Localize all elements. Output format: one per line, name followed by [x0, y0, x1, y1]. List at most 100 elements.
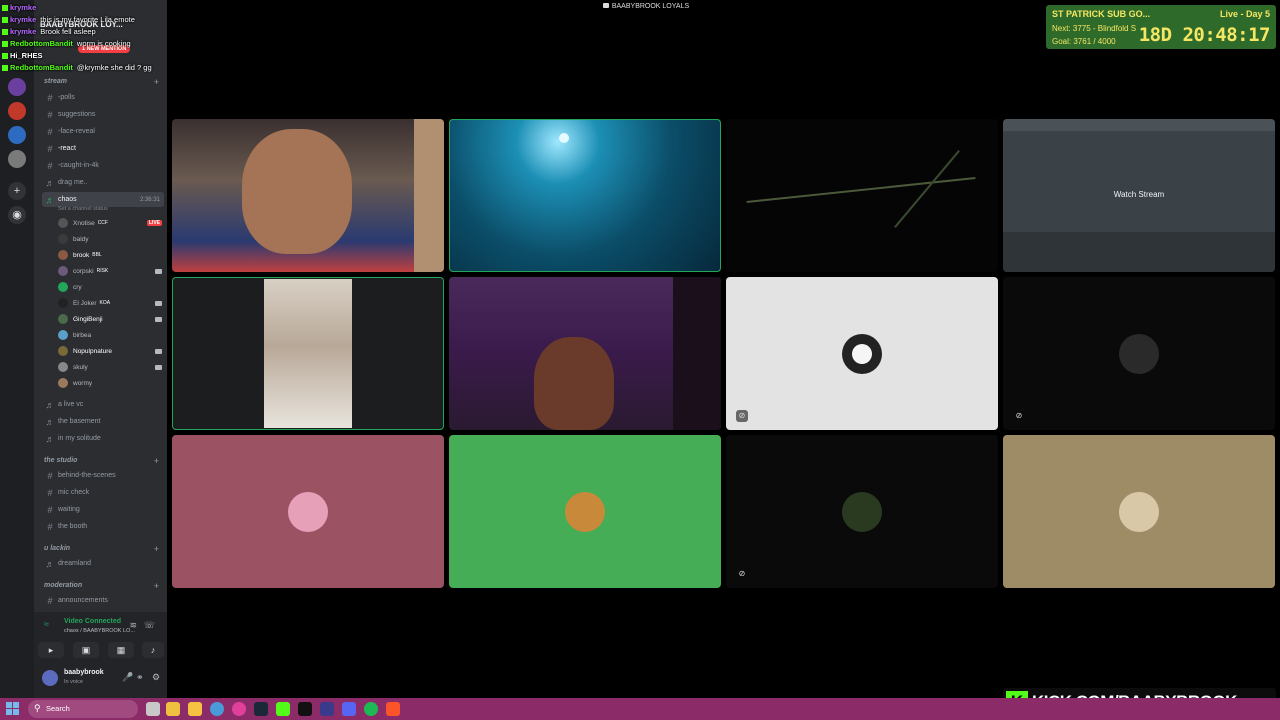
- stream-preview-tile[interactable]: Watch Stream: [1003, 119, 1275, 272]
- channel-status[interactable]: Set a channel status: [58, 206, 108, 212]
- task-view-icon[interactable]: [146, 702, 160, 716]
- activities-button[interactable]: ▦: [108, 642, 134, 658]
- category-u-lackin[interactable]: u lackin: [44, 545, 70, 552]
- channel-react[interactable]: # -react: [42, 141, 164, 156]
- vc-user[interactable]: birbea: [58, 328, 162, 342]
- brave-icon[interactable]: [386, 702, 400, 716]
- search-input[interactable]: ⚲ Search: [28, 700, 138, 718]
- gear-icon[interactable]: ⚙: [152, 672, 160, 683]
- spotify-icon[interactable]: [364, 702, 378, 716]
- voice-channel-in-my-solitude[interactable]: ♬ in my solitude: [42, 431, 164, 446]
- server-icon[interactable]: [8, 150, 26, 168]
- text-channel-icon: #: [47, 92, 53, 103]
- chat-message: RedbottomBandit worm is cooking: [2, 38, 202, 50]
- file-explorer-icon[interactable]: [188, 702, 202, 716]
- category-stream[interactable]: stream: [44, 78, 67, 85]
- avatar[interactable]: [42, 670, 58, 686]
- channel-announcements[interactable]: # announcements: [42, 593, 164, 608]
- voice-status-subtitle[interactable]: chaos / BAABYBROOK LO...: [64, 628, 135, 634]
- video-tile[interactable]: [449, 119, 721, 272]
- video-tile[interactable]: ⊘: [726, 277, 998, 430]
- vc-user[interactable]: El Joker KOA: [58, 296, 162, 310]
- voice-status-title[interactable]: Video Connected: [64, 618, 121, 625]
- app-icon[interactable]: [320, 702, 334, 716]
- server-icon[interactable]: [8, 126, 26, 144]
- channel-suggestions[interactable]: # suggestions: [42, 107, 164, 122]
- vc-user[interactable]: baldy: [58, 232, 162, 246]
- channel-behind-the-scenes[interactable]: # behind-the-scenes: [42, 468, 164, 483]
- avatar: [58, 378, 68, 388]
- add-channel-icon[interactable]: +: [154, 581, 159, 591]
- explore-icon[interactable]: ◉: [8, 206, 26, 224]
- text-channel-icon: #: [47, 521, 53, 532]
- user-name[interactable]: baabybrook: [64, 669, 104, 676]
- sticky-notes-icon[interactable]: [166, 702, 180, 716]
- voice-channel-dreamland[interactable]: ♬ dreamland: [42, 556, 164, 571]
- category-the-studio[interactable]: the studio: [44, 457, 77, 464]
- muted-icon: ⊘: [1015, 411, 1023, 420]
- vc-user[interactable]: brook BBL: [58, 248, 162, 262]
- server-icon[interactable]: [8, 78, 26, 96]
- channel-polls[interactable]: # -polls: [42, 90, 164, 105]
- steam-icon[interactable]: [254, 702, 268, 716]
- channel-face-reveal[interactable]: # -face-reveal: [42, 124, 164, 139]
- app-icon[interactable]: [276, 702, 290, 716]
- disconnect-icon[interactable]: ☏: [144, 620, 155, 631]
- camera-icon: [155, 364, 162, 370]
- app-icon[interactable]: [210, 702, 224, 716]
- discord-icon[interactable]: [342, 702, 356, 716]
- avatar: [842, 333, 882, 374]
- avatar: [58, 330, 68, 340]
- camera-toggle-button[interactable]: ▸: [38, 642, 64, 658]
- vc-user[interactable]: wormy: [58, 376, 162, 390]
- soundboard-button[interactable]: ♪: [142, 642, 164, 658]
- avatar: [565, 491, 605, 532]
- channel-caught-in-4k[interactable]: # -caught-in-4k: [42, 158, 164, 173]
- voice-channel-the-basement[interactable]: ♬ the basement: [42, 414, 164, 429]
- start-icon[interactable]: [6, 702, 20, 716]
- channel-mic-check[interactable]: # mic check: [42, 485, 164, 500]
- video-tile[interactable]: [449, 277, 721, 430]
- screen-share-button[interactable]: ▣: [73, 642, 99, 658]
- vc-user[interactable]: Xnotise CCF LIVE: [58, 216, 162, 230]
- server-tag: RISK: [96, 268, 109, 274]
- headphones-icon[interactable]: ⚭: [136, 672, 144, 683]
- video-tile[interactable]: [449, 435, 721, 588]
- video-tile[interactable]: ⊘: [726, 435, 998, 588]
- video-tile[interactable]: [172, 277, 444, 430]
- channel-the-booth[interactable]: # the booth: [42, 519, 164, 534]
- server-icon[interactable]: [8, 102, 26, 120]
- chat-text: this is my favorite Lila emote: [40, 15, 135, 24]
- vc-user[interactable]: Nopulpnature: [58, 344, 162, 358]
- voice-channel-a-live-vc[interactable]: ♬ a live vc: [42, 397, 164, 412]
- vc-user-name: Nopulpnature: [73, 347, 113, 355]
- voice-connected-panel: ≈ Video Connected chaos / BAABYBROOK LO.…: [34, 612, 167, 664]
- channel-drag-me[interactable]: ♬ drag me..: [42, 175, 164, 190]
- avatar: [842, 491, 882, 532]
- video-tile[interactable]: [172, 119, 444, 272]
- noise-suppression-icon[interactable]: ≋: [129, 620, 137, 631]
- stream-tile[interactable]: [726, 119, 998, 272]
- vc-user[interactable]: cry: [58, 280, 162, 294]
- vc-user[interactable]: corpski RISK: [58, 264, 162, 278]
- microphone-icon[interactable]: 🎤: [122, 672, 133, 683]
- vc-user[interactable]: GingiBenji: [58, 312, 162, 326]
- category-moderation[interactable]: moderation: [44, 582, 82, 589]
- watch-stream-button[interactable]: Watch Stream: [1003, 190, 1275, 199]
- video-tile[interactable]: ⊘: [1003, 277, 1275, 430]
- video-tile[interactable]: [1003, 435, 1275, 588]
- channel-waiting[interactable]: # waiting: [42, 502, 164, 517]
- add-channel-icon[interactable]: +: [154, 77, 159, 87]
- voice-channel-chaos[interactable]: ♬ chaos 2:36:31: [42, 192, 164, 207]
- tiktok-icon[interactable]: [298, 702, 312, 716]
- add-channel-icon[interactable]: +: [154, 544, 159, 554]
- app-icon[interactable]: [232, 702, 246, 716]
- signal-icon[interactable]: ≈: [44, 619, 49, 629]
- vc-user[interactable]: skuly: [58, 360, 162, 374]
- text-channel-icon: #: [47, 126, 53, 137]
- add-channel-icon[interactable]: +: [154, 456, 159, 466]
- video-tile[interactable]: [172, 435, 444, 588]
- add-server-icon[interactable]: +: [8, 182, 26, 200]
- vc-user-name: skuly: [73, 363, 88, 371]
- chat-message: krymke this is my favorite Lila emote: [2, 14, 202, 26]
